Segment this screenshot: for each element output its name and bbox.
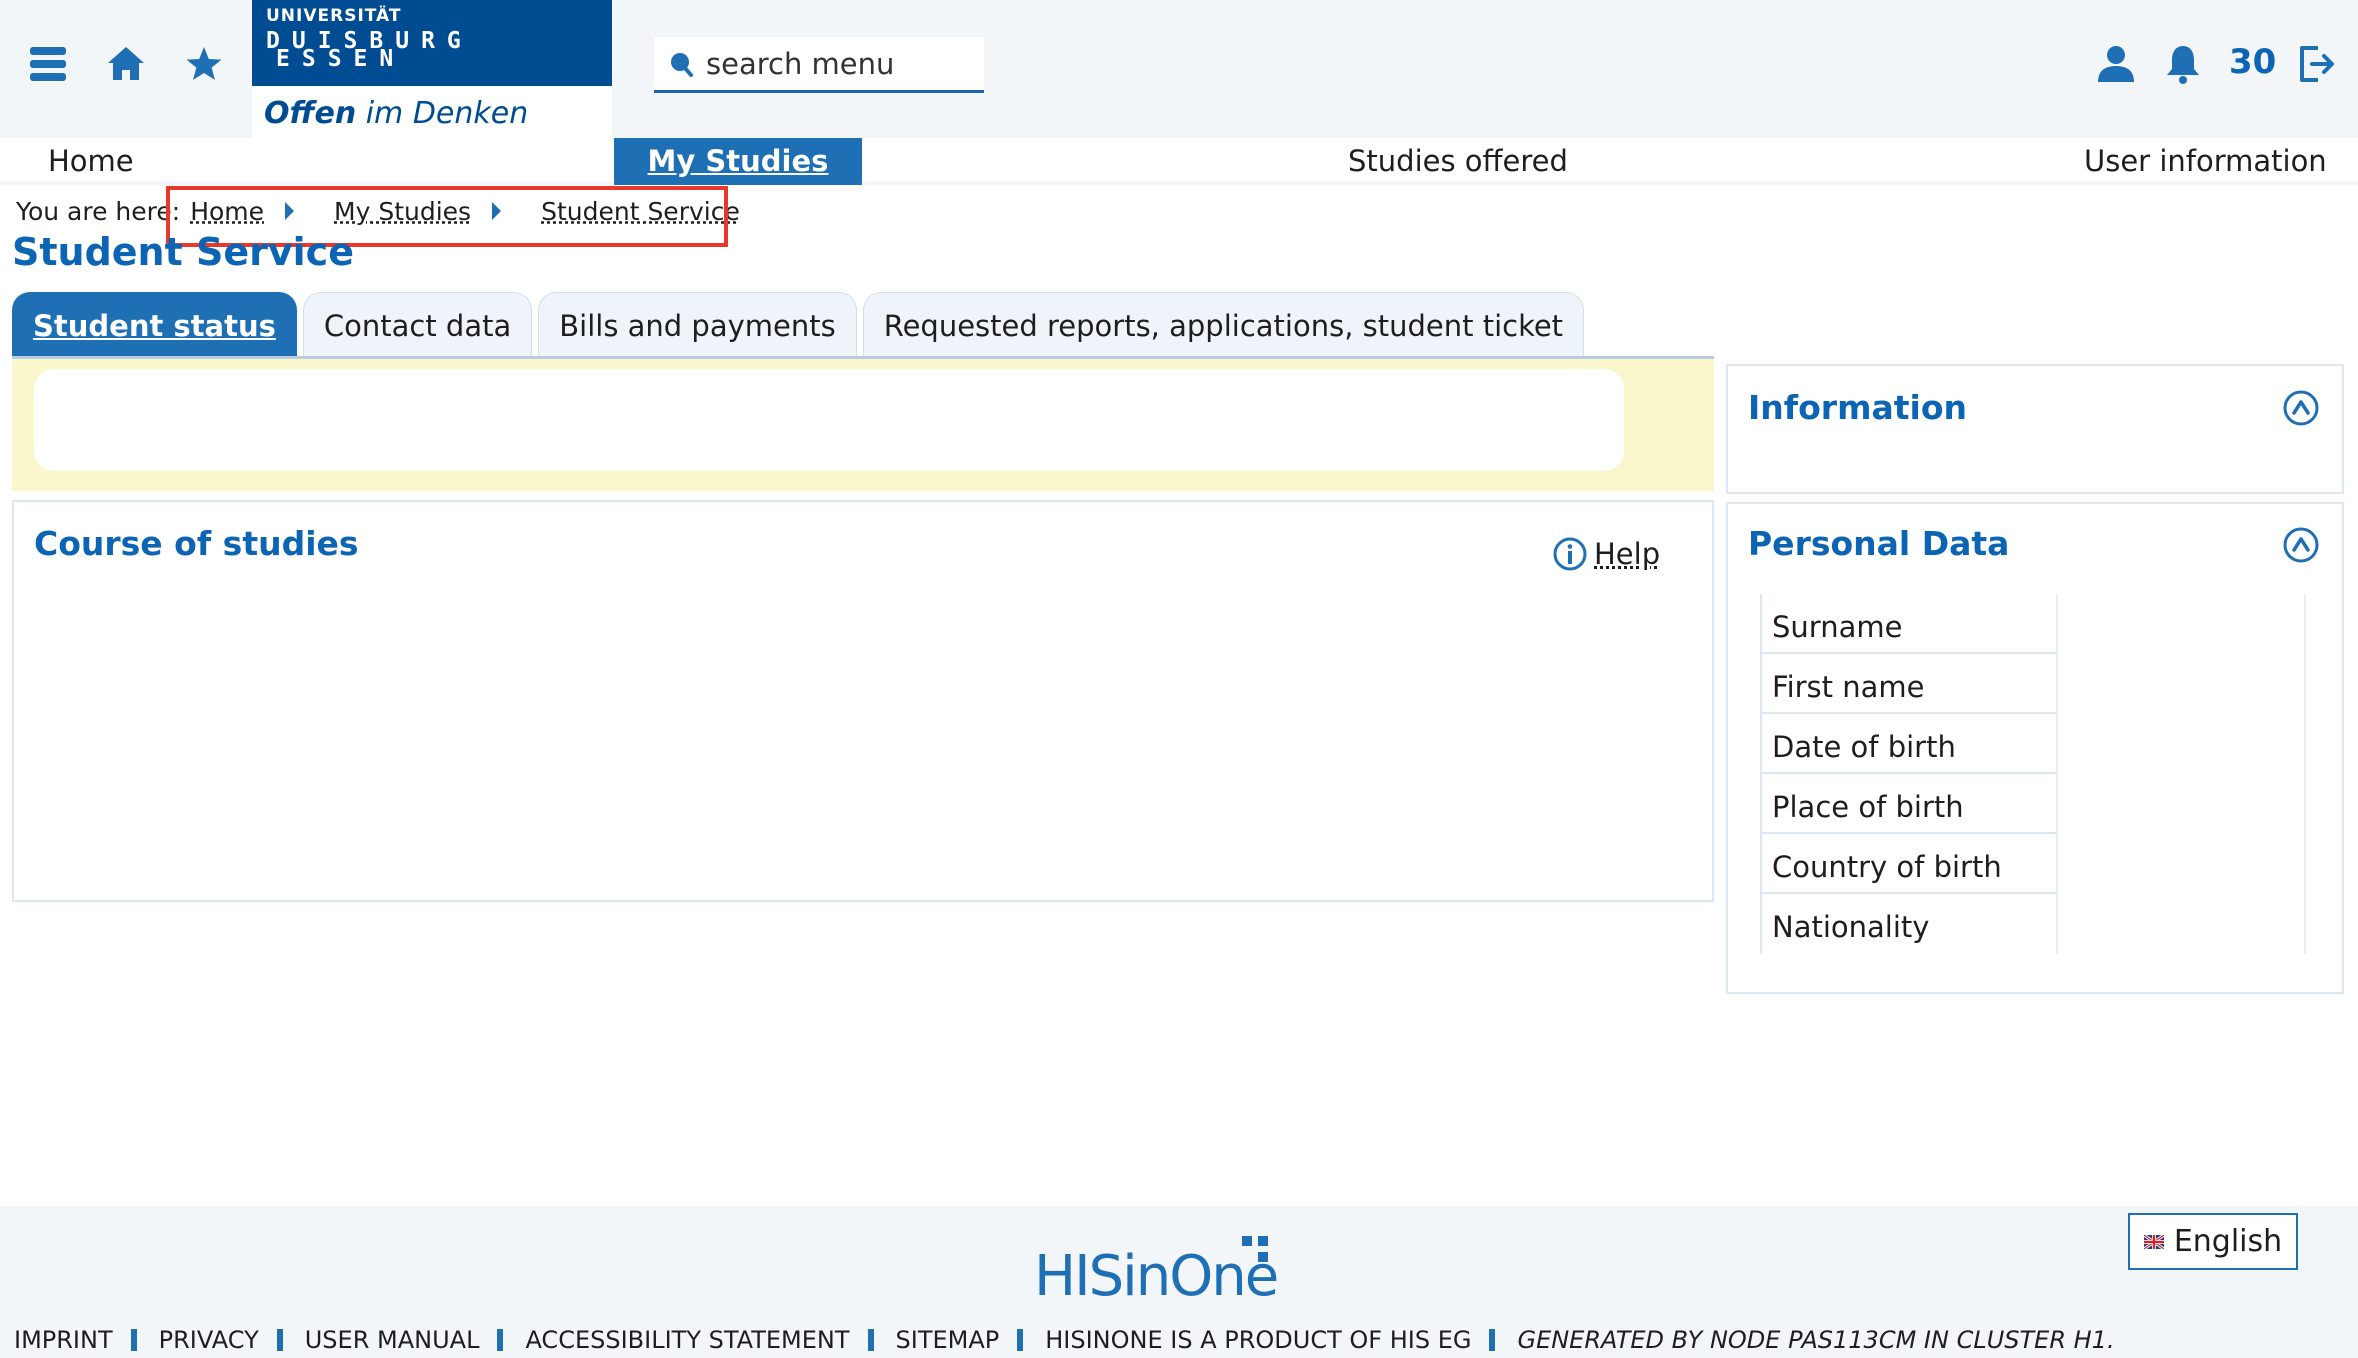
table-row: Place of birth xyxy=(1762,774,2304,834)
hisinone-logo: HISinOne xyxy=(1034,1236,1294,1309)
logo-slogan: Offen im Denken xyxy=(264,96,528,131)
table-row: Date of birth xyxy=(1762,714,2304,774)
field-value-country-of-birth xyxy=(2056,834,2304,894)
notice-area xyxy=(12,359,1714,491)
field-value-first-name xyxy=(2056,654,2304,714)
nav-item-studies-offered[interactable]: Studies offered xyxy=(1348,138,1568,185)
collapse-up-icon[interactable] xyxy=(2282,389,2320,427)
footer-link-imprint[interactable]: IMPRINT xyxy=(14,1326,113,1354)
footer-link-user-manual[interactable]: USER MANUAL xyxy=(305,1326,480,1354)
tab-bills-and-payments[interactable]: Bills and payments xyxy=(538,292,857,358)
tab-requested-reports[interactable]: Requested reports, applications, student… xyxy=(862,292,1585,358)
footer-separator xyxy=(497,1329,504,1351)
table-row: Country of birth xyxy=(1762,834,2304,894)
main-navigation: Home My Studies Studies offered User inf… xyxy=(0,138,2358,185)
search-input[interactable] xyxy=(706,46,966,81)
home-icon[interactable] xyxy=(104,42,148,86)
footer-link-privacy[interactable]: PRIVACY xyxy=(159,1326,259,1354)
hisinone-logo-text: HISinOne xyxy=(1034,1244,1279,1309)
logo-banner: UNIVERSITÄT DUISBURG ESSEN xyxy=(252,0,612,86)
help-link[interactable]: Help xyxy=(1552,536,1660,572)
field-value-nationality xyxy=(2056,894,2304,954)
nav-item-my-studies[interactable]: My Studies xyxy=(614,138,862,185)
nav-item-user-information[interactable]: User information xyxy=(2084,138,2327,185)
field-label-surname: Surname xyxy=(1762,594,2056,654)
logout-icon[interactable] xyxy=(2294,42,2338,86)
collapse-up-icon[interactable] xyxy=(2282,526,2320,564)
university-logo[interactable]: UNIVERSITÄT DUISBURG ESSEN Offen im Denk… xyxy=(252,0,612,138)
field-value-place-of-birth xyxy=(2056,774,2304,834)
notice-message-box xyxy=(34,369,1624,471)
logo-slogan-area: Offen im Denken xyxy=(252,86,612,138)
course-of-studies-panel: Course of studies xyxy=(12,500,1714,902)
star-icon[interactable] xyxy=(182,42,226,86)
table-row: First name xyxy=(1762,654,2304,714)
field-label-date-of-birth: Date of birth xyxy=(1762,714,2056,774)
information-title: Information xyxy=(1748,388,1967,427)
table-row: Surname xyxy=(1762,594,2304,654)
field-value-surname xyxy=(2056,594,2304,654)
page-title: Student Service xyxy=(12,230,354,274)
footer-links: IMPRINT PRIVACY USER MANUAL ACCESSIBILIT… xyxy=(14,1326,2133,1354)
footer-generated-text: GENERATED BY NODE PAS113CM IN CLUSTER H1… xyxy=(1517,1326,2115,1354)
menu-icon[interactable] xyxy=(26,42,70,86)
tab-bar: Student status Contact data Bills and pa… xyxy=(12,292,1590,358)
header: UNIVERSITÄT DUISBURG ESSEN Offen im Denk… xyxy=(0,0,2358,138)
table-row: Nationality xyxy=(1762,894,2304,954)
info-icon xyxy=(1553,537,1587,571)
language-label[interactable]: English xyxy=(2174,1224,2282,1259)
field-label-country-of-birth: Country of birth xyxy=(1762,834,2056,894)
footer-separator xyxy=(1489,1329,1496,1351)
uk-flag-icon xyxy=(2143,1234,2164,1249)
field-label-first-name: First name xyxy=(1762,654,2056,714)
footer-separator xyxy=(276,1329,283,1351)
tab-contact-data[interactable]: Contact data xyxy=(302,292,533,358)
bell-icon[interactable] xyxy=(2161,42,2205,86)
footer-separator xyxy=(867,1329,874,1351)
logo-slogan-bold: Offen xyxy=(264,96,357,131)
user-icon[interactable] xyxy=(2094,42,2138,86)
course-of-studies-title: Course of studies xyxy=(34,524,359,563)
notification-count[interactable]: 30 xyxy=(2229,42,2276,82)
personal-data-title: Personal Data xyxy=(1748,524,2010,563)
field-value-date-of-birth xyxy=(2056,714,2304,774)
search-box[interactable] xyxy=(654,37,984,93)
footer-separator xyxy=(1017,1329,1024,1351)
logo-slogan-rest: im Denken xyxy=(356,96,529,131)
logo-university-text: UNIVERSITÄT xyxy=(266,6,402,26)
language-button[interactable]: English xyxy=(2128,1213,2298,1270)
field-label-place-of-birth: Place of birth xyxy=(1762,774,2056,834)
field-label-nationality: Nationality xyxy=(1772,910,1930,944)
logo-city2-text: ESSEN xyxy=(276,46,406,72)
information-panel: Information xyxy=(1726,364,2344,494)
help-label[interactable]: Help xyxy=(1594,537,1660,571)
hisinone-logo-mark xyxy=(1242,1236,1268,1262)
footer-link-his-eg[interactable]: HISINONE IS A PRODUCT OF HIS EG xyxy=(1045,1326,1471,1354)
footer-separator xyxy=(130,1329,137,1351)
breadcrumb-prefix: You are here: xyxy=(16,196,181,226)
tab-student-status[interactable]: Student status xyxy=(12,292,297,358)
personal-data-table: Surname First name Date of birth Place o… xyxy=(1760,594,2306,954)
footer-link-accessibility[interactable]: ACCESSIBILITY STATEMENT xyxy=(525,1326,849,1354)
nav-item-home[interactable]: Home xyxy=(48,138,134,185)
footer-link-sitemap[interactable]: SITEMAP xyxy=(896,1326,1000,1354)
search-icon xyxy=(671,52,693,77)
